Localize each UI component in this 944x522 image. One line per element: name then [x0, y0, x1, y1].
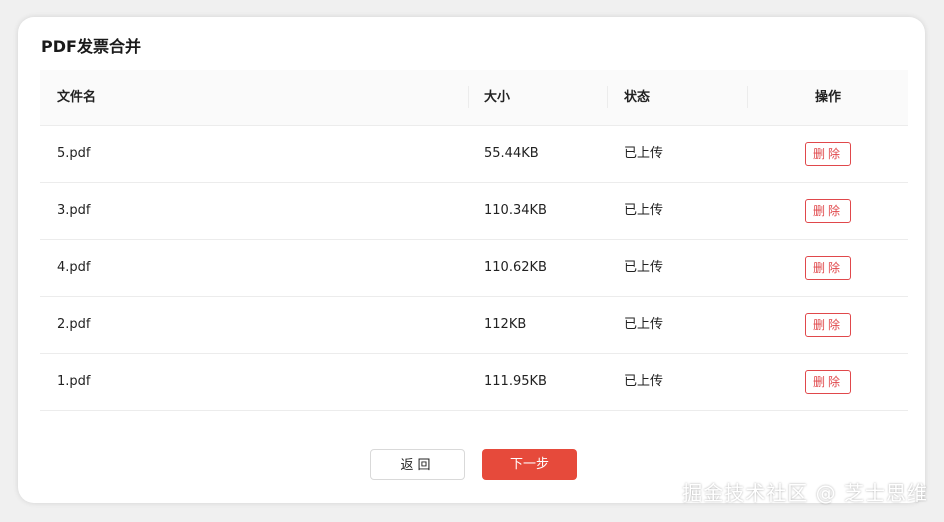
cell-file-name: 3.pdf: [57, 203, 91, 218]
delete-button[interactable]: 删除: [804, 199, 851, 223]
header-size: 大小: [484, 90, 511, 105]
delete-button[interactable]: 删除: [804, 313, 851, 337]
cell-file-name: 1.pdf: [57, 374, 91, 389]
watermark: 掘金技术社区 @ 芝士思维: [682, 481, 928, 505]
cell-status: 已上传: [624, 146, 664, 161]
dialog-card: PDF发票合并 文件名 大小 状态 操作 5.pdf 55.44KB 已上传 删…: [18, 17, 925, 503]
header-file-name: 文件名: [57, 90, 97, 105]
cell-size: 110.62KB: [484, 260, 547, 275]
table-row: 4.pdf 110.62KB 已上传 删除: [40, 240, 908, 297]
header-actions: 操作: [814, 90, 841, 105]
header-status: 状态: [624, 90, 651, 105]
table-row: 3.pdf 110.34KB 已上传 删除: [40, 183, 908, 240]
cell-file-name: 4.pdf: [57, 260, 91, 275]
cell-actions: 删除: [748, 354, 908, 410]
cell-actions: 删除: [748, 240, 908, 296]
cell-size: 55.44KB: [484, 146, 539, 161]
cell-size: 110.34KB: [484, 203, 547, 218]
cell-status: 已上传: [624, 374, 664, 389]
cell-file-name: 2.pdf: [57, 317, 91, 332]
cell-file-name: 5.pdf: [57, 146, 91, 161]
table-header: 文件名 大小 状态 操作: [40, 70, 908, 126]
delete-button[interactable]: 删除: [804, 256, 851, 280]
column-divider: [607, 86, 608, 108]
next-step-button[interactable]: 下一步: [482, 449, 577, 480]
delete-button[interactable]: 删除: [804, 142, 851, 166]
cell-actions: 删除: [748, 126, 908, 182]
column-divider: [468, 86, 469, 108]
cell-size: 111.95KB: [484, 374, 547, 389]
cell-actions: 删除: [748, 183, 908, 239]
cell-status: 已上传: [624, 203, 664, 218]
dialog-title: PDF发票合并: [41, 37, 141, 56]
back-button[interactable]: 返回: [370, 449, 465, 480]
cell-actions: 删除: [748, 297, 908, 353]
cell-status: 已上传: [624, 260, 664, 275]
delete-button[interactable]: 删除: [804, 370, 851, 394]
cell-size: 112KB: [484, 317, 527, 332]
table-row: 1.pdf 111.95KB 已上传 删除: [40, 354, 908, 411]
file-table: 文件名 大小 状态 操作 5.pdf 55.44KB 已上传 删除 3.pdf …: [40, 70, 908, 411]
table-row: 5.pdf 55.44KB 已上传 删除: [40, 126, 908, 183]
table-row: 2.pdf 112KB 已上传 删除: [40, 297, 908, 354]
cell-status: 已上传: [624, 317, 664, 332]
